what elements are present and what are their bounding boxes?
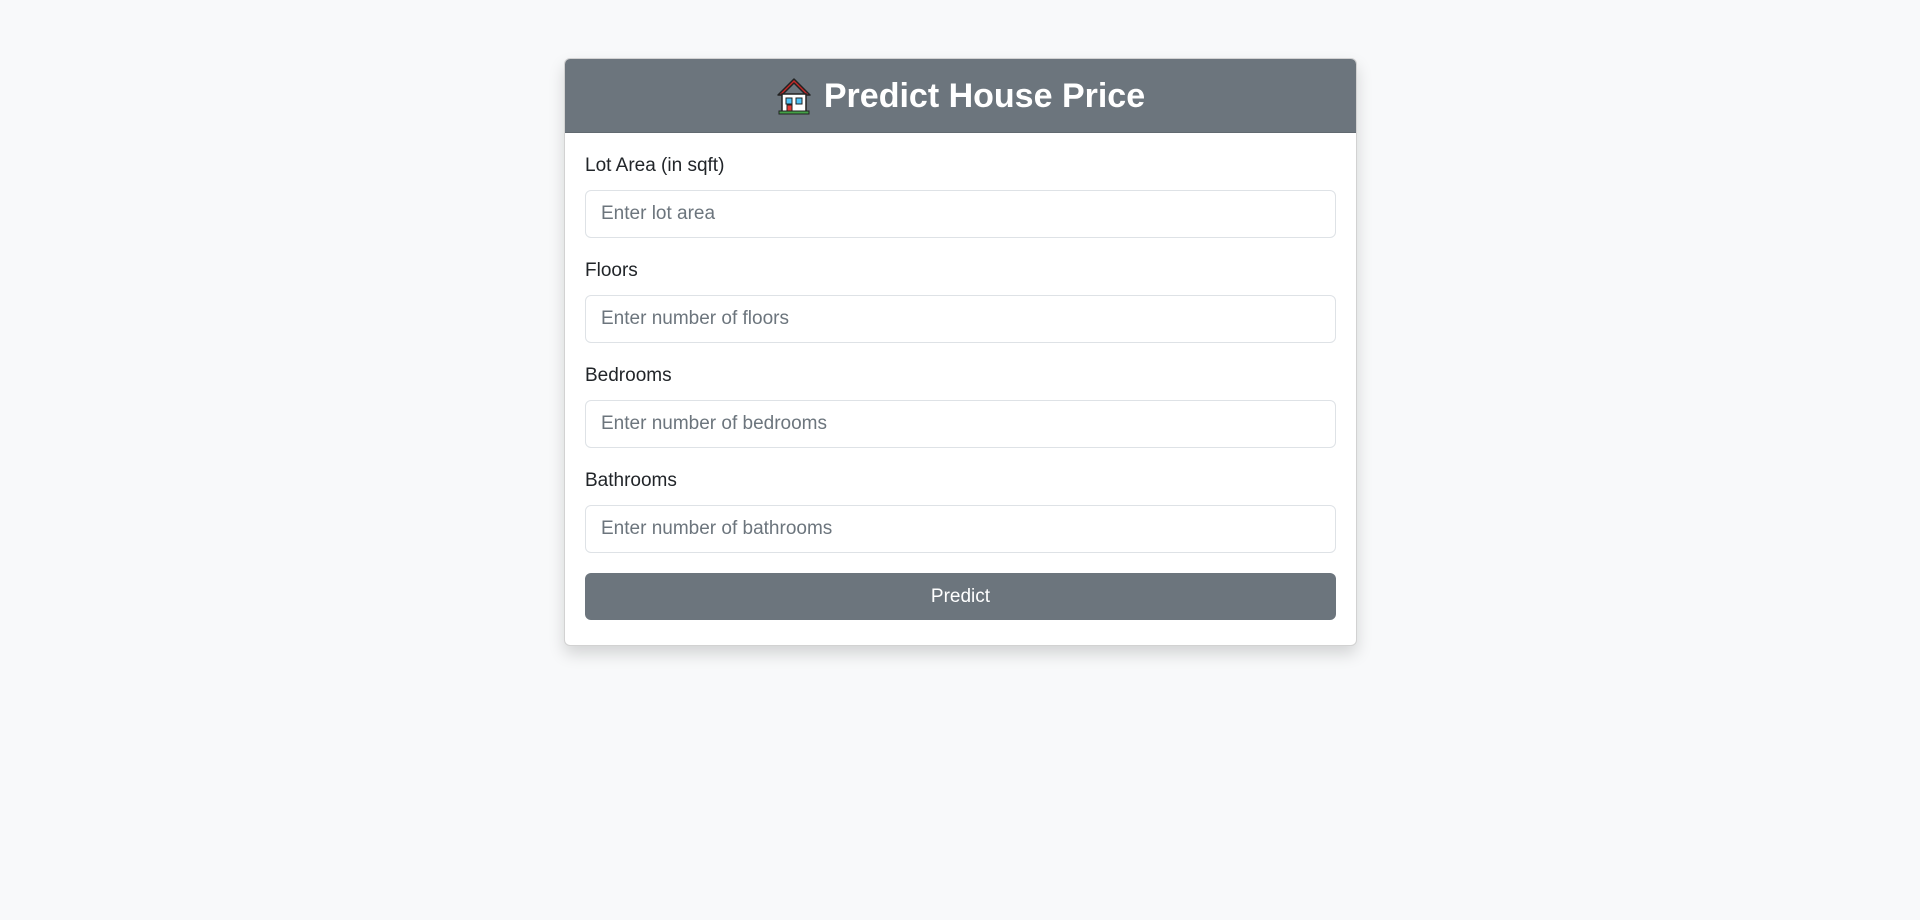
bathrooms-group: Bathrooms (585, 468, 1336, 553)
card-body: Lot Area (in sqft) Floors Bedrooms Bathr… (565, 133, 1356, 620)
predict-button[interactable]: Predict (585, 573, 1336, 620)
lot-area-label: Lot Area (in sqft) (585, 155, 725, 176)
house-icon (776, 77, 812, 115)
bathrooms-label: Bathrooms (585, 470, 677, 491)
floors-input[interactable] (585, 295, 1336, 343)
floors-label: Floors (585, 260, 638, 281)
bathrooms-input[interactable] (585, 505, 1336, 553)
lot-area-input[interactable] (585, 190, 1336, 238)
bedrooms-input[interactable] (585, 400, 1336, 448)
floors-group: Floors (585, 258, 1336, 343)
card-header: Predict House Price (565, 59, 1356, 133)
title-text: Predict House Price (823, 76, 1146, 115)
bedrooms-group: Bedrooms (585, 363, 1336, 448)
lot-area-group: Lot Area (in sqft) (585, 153, 1336, 238)
bedrooms-label: Bedrooms (585, 365, 672, 386)
page-title: Predict House Price (776, 77, 1145, 115)
predict-card: Predict House Price Lot Area (in sqft) F… (564, 58, 1357, 646)
